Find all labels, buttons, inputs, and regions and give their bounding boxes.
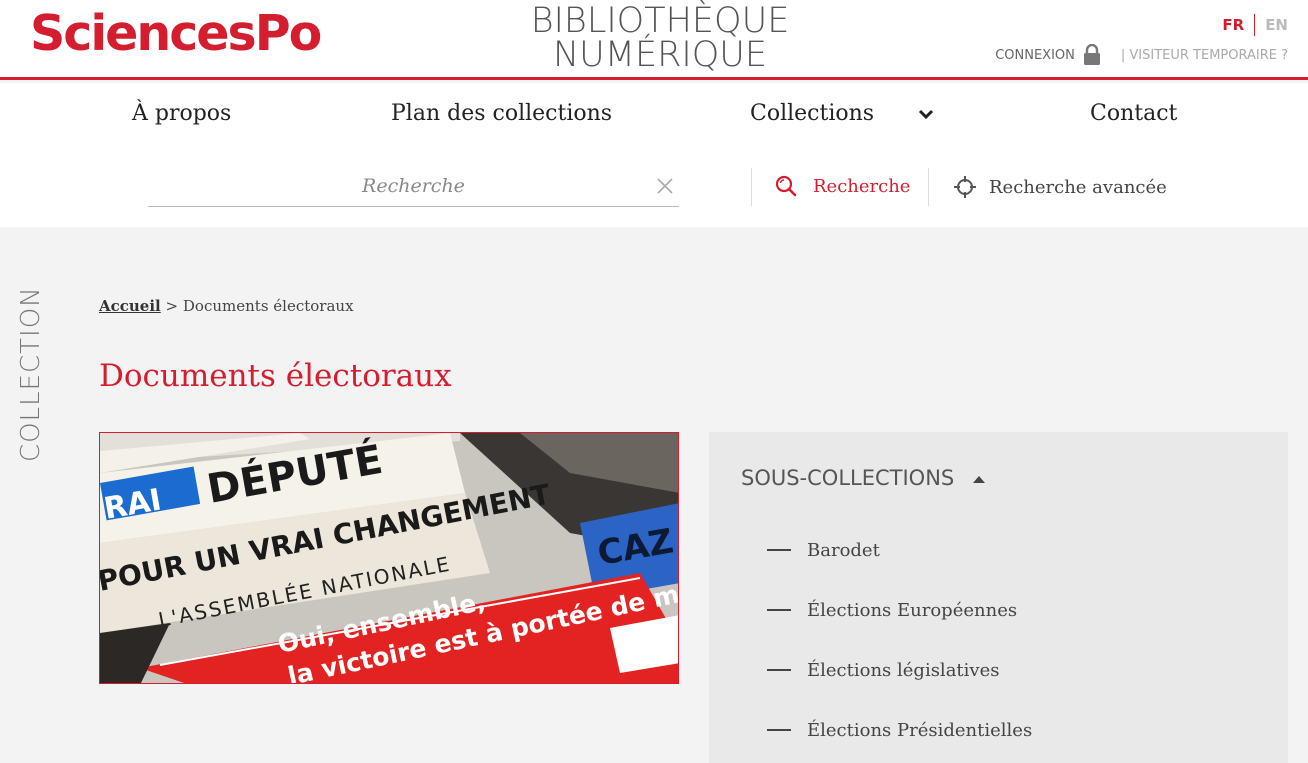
subcollections-list: Barodet Élections Européennes Élections …: [767, 520, 1032, 760]
breadcrumb-separator: >: [165, 297, 179, 315]
breadcrumb-home-link[interactable]: Accueil: [99, 297, 161, 315]
crosshair-icon: [954, 176, 976, 198]
collection-side-label: COLLECTION: [16, 286, 46, 462]
search-button[interactable]: Recherche: [775, 175, 910, 197]
site-header: SciencesPo BIBLIOTHÈQUE NUMÉRIQUE FR EN …: [0, 0, 1308, 80]
subcollection-label: Élections Européennes: [807, 599, 1018, 621]
advanced-search-label: Recherche avancée: [989, 176, 1167, 198]
subcollection-label: Élections législatives: [807, 659, 1000, 681]
close-icon[interactable]: [657, 178, 673, 198]
breadcrumb-current: Documents électoraux: [182, 297, 354, 315]
subcollections-title: SOUS-COLLECTIONS: [741, 466, 955, 490]
breadcrumb: Accueil > Documents électoraux: [99, 297, 354, 315]
sciencespo-logo[interactable]: SciencesPo: [30, 5, 322, 62]
list-item[interactable]: Élections législatives: [767, 640, 1032, 700]
site-title-line2: NUMÉRIQUE: [552, 35, 768, 75]
dash-icon: [767, 669, 791, 671]
language-switcher: FR EN: [1222, 14, 1288, 36]
subcollections-toggle[interactable]: SOUS-COLLECTIONS: [741, 466, 986, 490]
list-item[interactable]: Barodet: [767, 520, 1032, 580]
nav-item-plan-des-collections[interactable]: Plan des collections: [391, 101, 612, 126]
divider: [751, 168, 752, 206]
collection-hero-image: CAZ RAI DÉPUTÉ POUR UN VRAI CHANGEMENT L…: [99, 432, 679, 684]
dash-icon: [767, 549, 791, 551]
nav-item-collections[interactable]: Collections: [750, 101, 874, 126]
site-title-line1: BIBLIOTHÈQUE: [530, 1, 790, 41]
subcollections-panel: SOUS-COLLECTIONS Barodet Élections Europ…: [709, 432, 1288, 763]
list-item[interactable]: Élections Présidentielles: [767, 700, 1032, 760]
nav-item-contact[interactable]: Contact: [1090, 101, 1177, 126]
search-button-label: Recherche: [813, 175, 911, 197]
search-bar: Recherche Recherche avancée: [0, 147, 1308, 227]
dash-icon: [767, 729, 791, 731]
subcollection-label: Élections Présidentielles: [807, 719, 1033, 741]
lang-en-link[interactable]: EN: [1265, 16, 1288, 34]
search-icon: [775, 175, 797, 197]
main-navigation: À propos Plan des collections Collection…: [0, 83, 1308, 147]
lock-icon[interactable]: [1083, 44, 1101, 66]
temporary-visitor-link[interactable]: | VISITEUR TEMPORAIRE ?: [1121, 48, 1288, 63]
dash-icon: [767, 609, 791, 611]
lang-fr-link[interactable]: FR: [1222, 16, 1244, 34]
account-area: CONNEXION | VISITEUR TEMPORAIRE ?: [995, 44, 1288, 66]
search-field-wrapper: [148, 167, 679, 207]
list-item[interactable]: Élections Européennes: [767, 580, 1032, 640]
search-input[interactable]: [148, 167, 679, 205]
advanced-search-button[interactable]: Recherche avancée: [953, 175, 1167, 199]
nav-item-a-propos[interactable]: À propos: [132, 101, 231, 126]
page-title: Documents électoraux: [99, 358, 452, 394]
site-title[interactable]: BIBLIOTHÈQUE NUMÉRIQUE: [490, 1, 830, 75]
chevron-down-icon[interactable]: [918, 105, 934, 124]
divider: [928, 168, 929, 206]
lang-divider: [1254, 14, 1256, 36]
subcollection-label: Barodet: [807, 539, 880, 561]
login-link[interactable]: CONNEXION: [995, 48, 1075, 63]
caret-up-icon: [972, 466, 986, 490]
